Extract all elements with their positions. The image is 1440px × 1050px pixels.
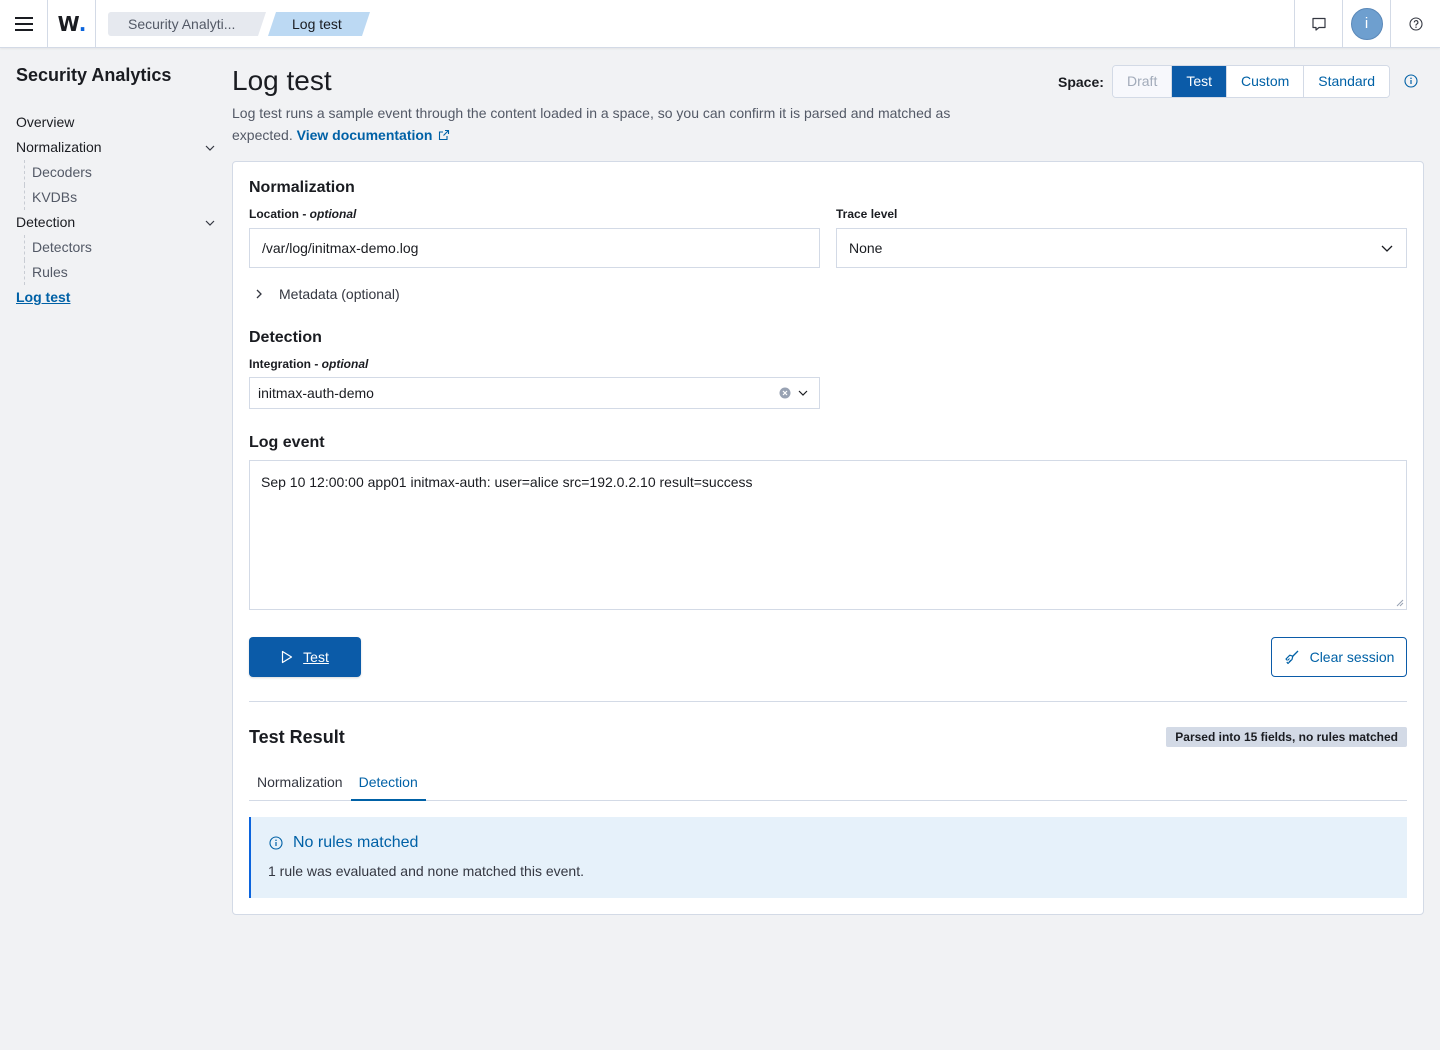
test-button[interactable]: Test: [249, 637, 361, 677]
space-label: Space:: [1058, 74, 1104, 90]
sidebar-title: Security Analytics: [16, 65, 172, 85]
result-summary-badge: Parsed into 15 fields, no rules matched: [1166, 727, 1407, 747]
help-icon[interactable]: [1392, 0, 1439, 47]
log-test-panel: Normalization Location - optional /var/l…: [232, 161, 1424, 915]
optional-text: optional: [309, 207, 357, 221]
metadata-toggle[interactable]: Metadata (optional): [249, 284, 400, 304]
sidebar-item-log-test[interactable]: Log test: [16, 285, 220, 310]
trace-level-select[interactable]: None: [836, 228, 1407, 268]
view-documentation-link[interactable]: View documentation: [297, 127, 451, 143]
menu-icon[interactable]: [0, 0, 47, 47]
callout-title: No rules matched: [269, 834, 418, 852]
integration-label-text: Integration -: [249, 357, 322, 371]
space-option-standard[interactable]: Standard: [1304, 66, 1390, 97]
sidebar-item-rules[interactable]: Rules: [16, 260, 220, 285]
space-option-test[interactable]: Test: [1172, 66, 1228, 97]
sidebar-item-decoders[interactable]: Decoders: [16, 160, 220, 185]
info-icon[interactable]: [1404, 74, 1418, 91]
sidebar-item-detection[interactable]: Detection: [16, 210, 220, 235]
sidebar-item-normalization[interactable]: Normalization: [16, 135, 220, 160]
sidebar-item-label: Normalization: [16, 139, 102, 155]
chevron-down-icon[interactable]: [204, 142, 216, 154]
callout-title-text: No rules matched: [293, 834, 419, 851]
info-icon: [269, 836, 283, 850]
chevron-down-icon[interactable]: [204, 217, 216, 229]
sidebar-item-overview[interactable]: Overview: [16, 110, 220, 135]
sidebar-item-kvdbs[interactable]: KVDBs: [16, 185, 220, 210]
chevron-down-icon: [1381, 245, 1393, 252]
doc-link-label: View documentation: [296, 127, 433, 143]
page-description: Log test runs a sample event through the…: [232, 102, 1012, 146]
clear-session-label: Clear session: [1309, 649, 1395, 665]
avatar: i: [1350, 7, 1383, 40]
divider: [1390, 0, 1391, 47]
result-tabs: Normalization Detection: [249, 767, 1407, 801]
optional-text: optional: [321, 357, 369, 371]
resize-handle-icon[interactable]: [1396, 599, 1404, 607]
tab-normalization[interactable]: Normalization: [249, 767, 351, 801]
normalization-section-title: Normalization: [249, 179, 355, 196]
space-selector: Draft Test Custom Standard: [1112, 65, 1391, 98]
trace-level-label: Trace level: [836, 207, 898, 221]
location-value: /var/log/initmax-demo.log: [262, 240, 419, 256]
page-title: Log test: [232, 65, 332, 96]
chevron-right-icon: [256, 289, 262, 299]
location-label-text: Location -: [249, 207, 310, 221]
tab-detection[interactable]: Detection: [350, 767, 426, 801]
divider: [249, 701, 1407, 702]
sidebar-item-detectors[interactable]: Detectors: [16, 235, 220, 260]
divider: [95, 0, 96, 47]
log-event-value: Sep 10 12:00:00 app01 initmax-auth: user…: [261, 474, 753, 490]
sidebar: Security Analytics Overview Normalizatio…: [16, 64, 220, 310]
clear-icon[interactable]: [779, 387, 791, 399]
clear-session-button[interactable]: Clear session: [1271, 637, 1407, 677]
no-rules-matched-callout: No rules matched 1 rule was evaluated an…: [249, 817, 1407, 898]
log-event-textarea[interactable]: Sep 10 12:00:00 app01 initmax-auth: user…: [249, 460, 1407, 610]
space-option-custom[interactable]: Custom: [1227, 66, 1305, 97]
test-result-title: Test Result: [249, 727, 345, 747]
callout-body: 1 rule was evaluated and none matched th…: [268, 863, 584, 879]
chevron-down-icon[interactable]: [797, 387, 809, 399]
log-event-title: Log event: [249, 434, 325, 451]
integration-value: initmax-auth-demo: [258, 385, 374, 401]
trace-level-value: None: [849, 240, 883, 256]
user-menu[interactable]: i: [1343, 0, 1390, 47]
test-button-label: Test: [303, 649, 329, 665]
integration-label: Integration - optional: [249, 357, 368, 371]
logo-dot: .: [78, 11, 87, 36]
detection-section-title: Detection: [249, 329, 322, 346]
logo-text: W: [57, 11, 80, 36]
breadcrumb-log-test: Log test: [268, 12, 370, 36]
play-icon: [282, 650, 293, 664]
app-logo[interactable]: W.: [48, 0, 95, 47]
space-option-draft: Draft: [1113, 66, 1173, 97]
external-link-icon: [439, 129, 450, 141]
location-field[interactable]: /var/log/initmax-demo.log: [249, 228, 820, 268]
broom-icon: [1284, 650, 1299, 665]
sidebar-item-label: Detection: [16, 214, 76, 230]
feedback-icon[interactable]: [1295, 0, 1342, 47]
metadata-toggle-label: Metadata (optional): [279, 286, 400, 302]
top-bar: W. Security Analyti... Log test i: [0, 0, 1440, 48]
integration-combobox[interactable]: initmax-auth-demo: [249, 377, 820, 409]
breadcrumb-security-analytics[interactable]: Security Analyti...: [108, 12, 266, 36]
location-label: Location - optional: [249, 207, 356, 221]
